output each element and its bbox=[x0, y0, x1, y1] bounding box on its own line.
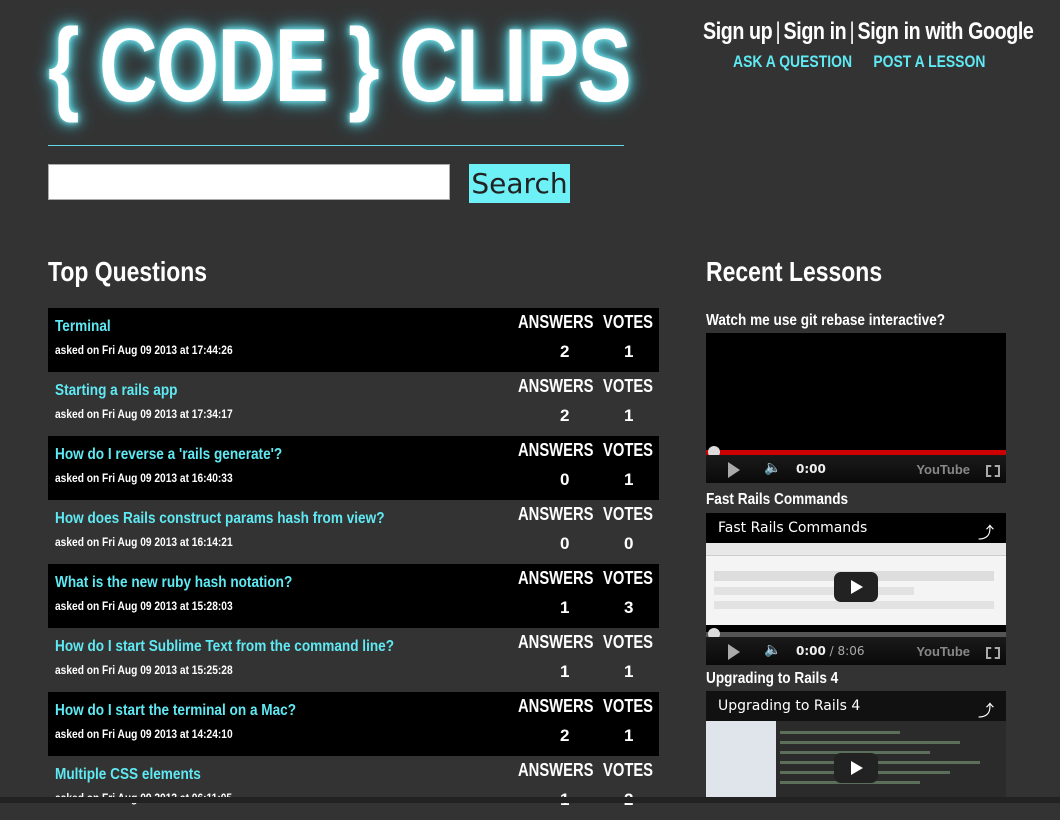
auth-separator: | bbox=[849, 18, 855, 45]
answers-header: ANSWERS bbox=[518, 696, 594, 716]
question-asked-date: asked on Fri Aug 09 2013 at 17:44:26 bbox=[55, 343, 233, 357]
volume-icon[interactable]: 🔈 bbox=[764, 459, 781, 476]
votes-count: 3 bbox=[624, 598, 634, 617]
answers-count: 2 bbox=[560, 726, 570, 745]
votes-count: 1 bbox=[624, 342, 634, 361]
answers-header: ANSWERS bbox=[518, 376, 594, 396]
fullscreen-icon[interactable] bbox=[986, 465, 1000, 477]
votes-count: 1 bbox=[624, 662, 634, 681]
recent-lessons-heading: Recent Lessons bbox=[706, 256, 883, 287]
sign-in-link[interactable]: Sign in bbox=[784, 18, 847, 45]
video-header: Upgrading to Rails 4 ⤴ bbox=[706, 691, 1006, 721]
play-icon[interactable] bbox=[728, 462, 740, 478]
question-title-link[interactable]: What is the new ruby hash notation? bbox=[55, 574, 292, 592]
answers-header: ANSWERS bbox=[518, 312, 594, 332]
votes-header: VOTES bbox=[603, 376, 654, 396]
video-controls: 🔈 0:00 / 8:06 YouTube bbox=[706, 637, 1006, 665]
votes-header: VOTES bbox=[603, 760, 654, 780]
video-time: 0:00 bbox=[796, 462, 826, 476]
question-asked-date: asked on Fri Aug 09 2013 at 14:24:10 bbox=[55, 727, 233, 741]
video-player[interactable]: 🔈 0:00 YouTube bbox=[706, 333, 1006, 483]
lesson-title[interactable]: Fast Rails Commands bbox=[706, 491, 848, 509]
votes-count: 0 bbox=[624, 534, 634, 553]
question-title-link[interactable]: How do I start Sublime Text from the com… bbox=[55, 638, 394, 656]
play-icon[interactable] bbox=[728, 644, 740, 660]
answers-count: 0 bbox=[560, 534, 570, 553]
question-title-link[interactable]: Starting a rails app bbox=[55, 382, 177, 400]
share-icon[interactable]: ⤴ bbox=[978, 519, 994, 543]
fullscreen-icon[interactable] bbox=[986, 647, 1000, 659]
question-title-link[interactable]: How does Rails construct params hash fro… bbox=[55, 510, 385, 528]
auth-links: Sign up | Sign in | Sign in with Google bbox=[703, 18, 1034, 46]
auth-actions: ASK A QUESTION POST A LESSON bbox=[733, 52, 1007, 72]
search-input[interactable] bbox=[48, 164, 450, 200]
answers-count: 2 bbox=[560, 342, 570, 361]
question-row: Terminal asked on Fri Aug 09 2013 at 17:4… bbox=[48, 308, 659, 372]
sign-up-link[interactable]: Sign up bbox=[703, 18, 773, 45]
video-controls: 🔈 0:00 YouTube bbox=[706, 455, 1006, 483]
video-overlay-title[interactable]: Fast Rails Commands bbox=[718, 520, 867, 536]
auth-nav: Sign up | Sign in | Sign in with Google ASK … bbox=[703, 18, 1060, 71]
page-bottom-edge bbox=[0, 797, 1060, 803]
site-logo[interactable]: { CODE } CLIPS bbox=[48, 14, 632, 118]
answers-header: ANSWERS bbox=[518, 632, 594, 652]
question-asked-date: asked on Fri Aug 09 2013 at 15:28:03 bbox=[55, 599, 233, 613]
ask-question-link[interactable]: ASK A QUESTION bbox=[733, 52, 852, 71]
answers-count: 2 bbox=[560, 406, 570, 425]
question-title-link[interactable]: Multiple CSS elements bbox=[55, 766, 201, 784]
video-overlay-title[interactable]: Upgrading to Rails 4 bbox=[718, 698, 860, 714]
question-row: Starting a rails app asked on Fri Aug 09 … bbox=[48, 372, 659, 436]
answers-count: 1 bbox=[560, 662, 570, 681]
votes-count: 1 bbox=[624, 470, 634, 489]
question-asked-date: asked on Fri Aug 09 2013 at 16:14:21 bbox=[55, 535, 233, 549]
question-row: How do I reverse a 'rails generate'? aske… bbox=[48, 436, 659, 500]
top-questions-heading: Top Questions bbox=[48, 256, 208, 287]
lesson-title[interactable]: Watch me use git rebase interactive? bbox=[706, 312, 945, 330]
votes-header: VOTES bbox=[603, 440, 654, 460]
lesson-title[interactable]: Upgrading to Rails 4 bbox=[706, 670, 838, 688]
post-lesson-link[interactable]: POST A LESSON bbox=[873, 52, 985, 71]
video-time: 0:00 / 8:06 bbox=[796, 644, 865, 658]
video-player[interactable]: Upgrading to Rails 4 ⤴ bbox=[706, 691, 1006, 799]
question-asked-date: asked on Fri Aug 09 2013 at 15:25:28 bbox=[55, 663, 233, 677]
question-row: What is the new ruby hash notation? asked… bbox=[48, 564, 659, 628]
question-row: How do I start the terminal on a Mac? ask… bbox=[48, 692, 659, 756]
share-icon[interactable]: ⤴ bbox=[978, 697, 994, 721]
votes-header: VOTES bbox=[603, 312, 654, 332]
votes-count: 1 bbox=[624, 726, 634, 745]
logo-divider bbox=[48, 145, 624, 146]
question-title-link[interactable]: How do I start the terminal on a Mac? bbox=[55, 702, 296, 720]
volume-icon[interactable]: 🔈 bbox=[764, 641, 781, 658]
video-player[interactable]: Fast Rails Commands ⤴ 🔈 0:00 / 8:06 YouT… bbox=[706, 513, 1006, 665]
answers-count: 0 bbox=[560, 470, 570, 489]
search-button[interactable]: Search bbox=[469, 164, 570, 203]
youtube-logo[interactable]: YouTube bbox=[916, 462, 970, 477]
youtube-logo[interactable]: YouTube bbox=[916, 644, 970, 659]
question-asked-date: asked on Fri Aug 09 2013 at 17:34:17 bbox=[55, 407, 233, 421]
votes-header: VOTES bbox=[603, 696, 654, 716]
votes-header: VOTES bbox=[603, 568, 654, 588]
question-title-link[interactable]: Terminal bbox=[55, 318, 111, 336]
answers-count: 1 bbox=[560, 598, 570, 617]
questions-list: Terminal asked on Fri Aug 09 2013 at 17:4… bbox=[48, 308, 659, 820]
sign-in-google-link[interactable]: Sign in with Google bbox=[858, 18, 1034, 45]
answers-header: ANSWERS bbox=[518, 568, 594, 588]
votes-header: VOTES bbox=[603, 504, 654, 524]
question-row: Multiple CSS elementsasked on Fri Aug 09… bbox=[48, 756, 659, 820]
question-title-link[interactable]: How do I reverse a 'rails generate'? bbox=[55, 446, 282, 464]
votes-header: VOTES bbox=[603, 632, 654, 652]
question-asked-date: asked on Fri Aug 09 2013 at 16:40:33 bbox=[55, 471, 233, 485]
votes-count: 1 bbox=[624, 406, 634, 425]
video-header: Fast Rails Commands ⤴ bbox=[706, 513, 1006, 543]
big-play-button[interactable] bbox=[834, 572, 878, 602]
big-play-button[interactable] bbox=[834, 753, 878, 783]
question-row: How does Rails construct params hash fro… bbox=[48, 500, 659, 564]
answers-header: ANSWERS bbox=[518, 440, 594, 460]
answers-header: ANSWERS bbox=[518, 760, 594, 780]
question-row: How do I start Sublime Text from the com… bbox=[48, 628, 659, 692]
auth-separator: | bbox=[775, 18, 781, 45]
answers-header: ANSWERS bbox=[518, 504, 594, 524]
